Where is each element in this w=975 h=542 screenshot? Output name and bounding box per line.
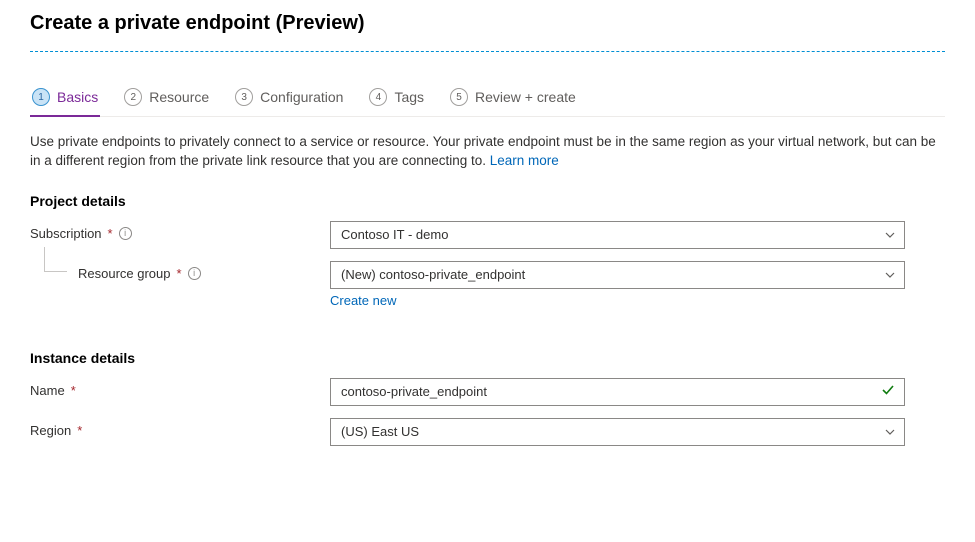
- tab-basics[interactable]: 1 Basics: [30, 80, 100, 116]
- name-row: Name * contoso-private_endpoint: [30, 378, 945, 406]
- region-label: Region: [30, 423, 71, 438]
- chevron-down-icon: [884, 269, 896, 281]
- name-input[interactable]: contoso-private_endpoint: [330, 378, 905, 406]
- create-new-link[interactable]: Create new: [330, 293, 396, 308]
- info-icon[interactable]: i: [119, 227, 132, 240]
- subscription-row: Subscription * i Contoso IT - demo: [30, 221, 945, 249]
- step-number: 4: [369, 88, 387, 106]
- wizard-tabs: 1 Basics 2 Resource 3 Configuration 4 Ta…: [30, 80, 945, 117]
- divider: [30, 51, 945, 52]
- tab-label: Configuration: [260, 89, 343, 105]
- region-select[interactable]: (US) East US: [330, 418, 905, 446]
- required-mark: *: [177, 266, 182, 281]
- checkmark-icon: [880, 381, 896, 402]
- tab-label: Review + create: [475, 89, 576, 105]
- resource-group-label: Resource group: [78, 266, 171, 281]
- chevron-down-icon: [884, 426, 896, 438]
- tab-label: Resource: [149, 89, 209, 105]
- tab-label: Tags: [394, 89, 424, 105]
- tab-label: Basics: [57, 89, 98, 105]
- instance-details-heading: Instance details: [30, 350, 945, 366]
- subscription-label: Subscription: [30, 226, 102, 241]
- resource-group-select[interactable]: (New) contoso-private_endpoint: [330, 261, 905, 289]
- step-number: 3: [235, 88, 253, 106]
- required-mark: *: [108, 226, 113, 241]
- project-details-heading: Project details: [30, 193, 945, 209]
- chevron-down-icon: [884, 229, 896, 241]
- name-label: Name: [30, 383, 65, 398]
- info-icon[interactable]: i: [188, 267, 201, 280]
- tab-review-create[interactable]: 5 Review + create: [448, 80, 578, 116]
- required-mark: *: [77, 423, 82, 438]
- subscription-select[interactable]: Contoso IT - demo: [330, 221, 905, 249]
- learn-more-link[interactable]: Learn more: [490, 153, 559, 168]
- resource-group-row: Resource group * i (New) contoso-private…: [30, 261, 945, 308]
- page-title: Create a private endpoint (Preview): [30, 0, 945, 51]
- tab-tags[interactable]: 4 Tags: [367, 80, 426, 116]
- step-number: 2: [124, 88, 142, 106]
- step-number: 1: [32, 88, 50, 106]
- intro-text: Use private endpoints to privately conne…: [30, 133, 945, 171]
- region-row: Region * (US) East US: [30, 418, 945, 446]
- tab-resource[interactable]: 2 Resource: [122, 80, 211, 116]
- step-number: 5: [450, 88, 468, 106]
- tab-configuration[interactable]: 3 Configuration: [233, 80, 345, 116]
- required-mark: *: [71, 383, 76, 398]
